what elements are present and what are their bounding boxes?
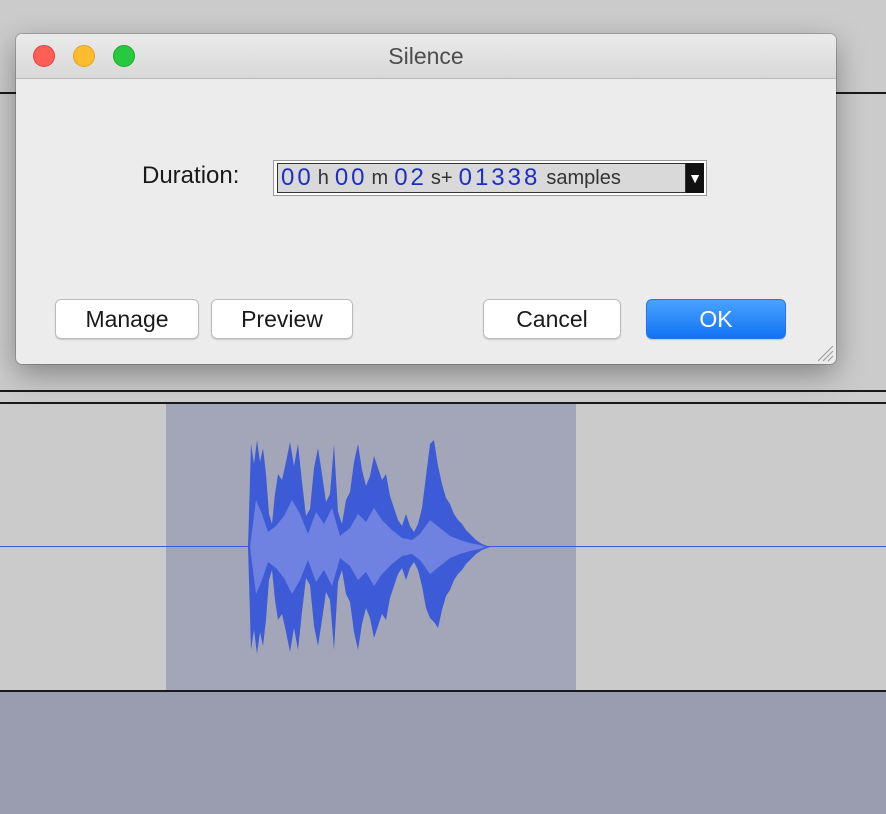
track-border [0, 390, 886, 392]
seconds-digits[interactable]: 02 [394, 164, 427, 192]
duration-value[interactable]: 00 h 00 m 02 s+ 01338 samples [277, 163, 686, 193]
hours-unit: h [317, 166, 329, 189]
manage-button[interactable]: Manage [55, 299, 199, 339]
preview-button[interactable]: Preview [211, 299, 353, 339]
minutes-unit: m [371, 166, 389, 189]
ok-button[interactable]: OK [646, 299, 786, 339]
dropdown-arrow-icon[interactable]: ▼ [686, 163, 704, 193]
resize-grip-icon[interactable] [814, 342, 834, 362]
dialog-title: Silence [388, 43, 464, 69]
track-border [0, 690, 886, 692]
minutes-digits[interactable]: 00 [335, 164, 368, 192]
audio-waveform [248, 440, 490, 654]
silence-dialog: Silence Duration: 00 h 00 m 02 s+ 01338 … [16, 34, 836, 364]
duration-time-control[interactable]: 00 h 00 m 02 s+ 01338 samples ▼ [273, 160, 707, 196]
samples-digits[interactable]: 01338 [459, 164, 541, 192]
hours-digits[interactable]: 00 [281, 164, 314, 192]
cancel-button[interactable]: Cancel [483, 299, 621, 339]
seconds-unit: s+ [430, 166, 453, 189]
empty-track-area[interactable] [0, 692, 886, 814]
title-bar[interactable]: Silence [16, 34, 836, 79]
duration-label: Duration: [142, 162, 240, 189]
samples-unit: samples [546, 166, 621, 189]
